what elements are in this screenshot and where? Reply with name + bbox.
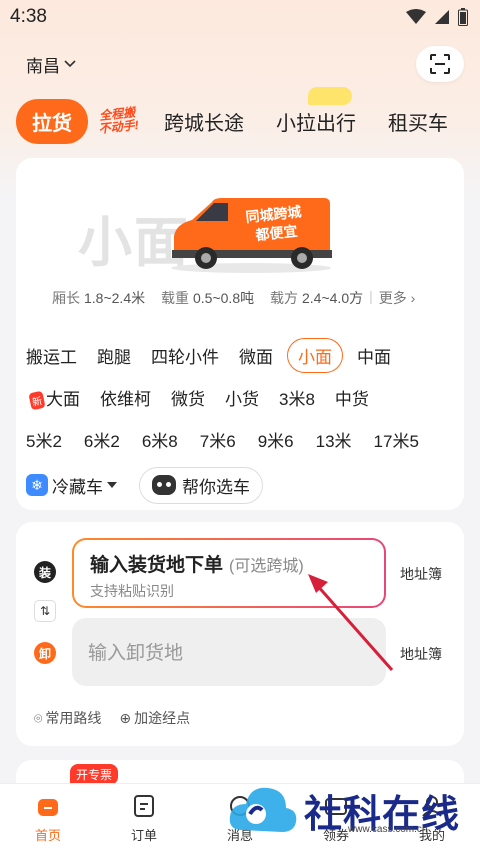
profile-icon [419, 793, 445, 819]
unload-marker: 卸 [34, 642, 56, 664]
spec-volume-label: 载方 [270, 290, 298, 306]
bottom-nav: 首页 订单 消息 领券 我的 [0, 783, 480, 853]
vehicle-type-errand[interactable]: 跑腿 [97, 343, 131, 368]
spec-weight-value: 0.5~0.8吨 [193, 290, 255, 306]
signal-icon [435, 10, 449, 24]
add-stop-label: 加途经点 [134, 710, 191, 726]
vehicle-type-large-van[interactable]: 新大面 [28, 385, 80, 410]
robot-icon [152, 475, 176, 495]
vehicle-type-micro-truck[interactable]: 微货 [171, 385, 205, 410]
promo-tag: 开专票 [70, 764, 119, 785]
help-choose-button[interactable]: 帮你选车 [139, 466, 263, 504]
message-icon [227, 793, 253, 819]
tab-badge: 全程搬 不动手! [97, 105, 140, 137]
home-icon [35, 793, 61, 819]
common-routes-button[interactable]: ⌾ 常用路线 [34, 708, 101, 728]
vehicle-type-porter[interactable]: 搬运工 [26, 343, 77, 368]
vehicle-type-small-parcel[interactable]: 四轮小件 [151, 343, 219, 368]
vehicle-type-grid: 搬运工 跑腿 四轮小件 微面 小面 中面 新大面 依维柯 微货 小货 3米8 中… [26, 334, 466, 508]
vehicle-type-7m6[interactable]: 7米6 [200, 427, 236, 452]
status-icons [406, 8, 468, 26]
vehicle-type-row: 5米2 6米2 6米8 7米6 9米6 13米 17米5 [26, 418, 466, 460]
cold-chain-selector[interactable]: ❄ 冷藏车 [26, 473, 117, 498]
location-pin-icon: ⌾ [34, 710, 43, 726]
address-footer: ⌾ 常用路线 ⊕ 加途经点 [34, 708, 190, 728]
load-address-label: 输入装货地下单 [90, 555, 224, 576]
spec-length-label: 厢长 [52, 290, 80, 306]
tab-ride-label: 小拉出行 [276, 112, 356, 135]
nav-profile[interactable]: 我的 [397, 793, 467, 844]
order-icon [131, 793, 157, 819]
chevron-down-icon [64, 60, 76, 68]
caret-down-icon [107, 482, 117, 488]
city-row: 南昌 [0, 44, 480, 84]
vehicle-type-6m8[interactable]: 6米8 [142, 427, 178, 452]
nav-home-label: 首页 [34, 828, 61, 843]
spec-volume-value: 2.4~4.0方 [302, 290, 364, 306]
plus-circle-icon: ⊕ [119, 710, 132, 726]
spec-divider: | [369, 288, 373, 304]
scan-button[interactable] [416, 46, 464, 82]
status-bar: 4:38 [0, 0, 480, 34]
nav-profile-label: 我的 [418, 828, 445, 843]
vehicle-card: 小面 同城跨城 都便宜 厢长 1.8~2.4米 载重 0.5~0.8吨 载方 2.4~… [16, 158, 464, 510]
load-address-hint: (可选跨城) [229, 558, 304, 575]
tab-badge-line2: 不动手! [98, 117, 140, 137]
service-tabs: 拉货 全程搬 不动手! 跨城长途 小拉出行 租买车 [0, 86, 480, 144]
vehicle-type-3m8[interactable]: 3米8 [279, 385, 315, 410]
city-selector[interactable]: 南昌 [26, 52, 76, 77]
coupon-icon [323, 793, 349, 819]
tab-freight[interactable]: 拉货 [16, 98, 88, 144]
vehicle-specs: 厢长 1.8~2.4米 载重 0.5~0.8吨 载方 2.4~4.0方 | 更多 › [52, 288, 415, 308]
address-book-load-button[interactable]: 地址簿 [400, 564, 442, 584]
vehicle-type-iveco[interactable]: 依维柯 [100, 385, 151, 410]
nav-messages-label: 消息 [226, 828, 253, 843]
vehicle-type-medium-truck[interactable]: 中货 [335, 385, 369, 410]
vehicle-type-5m2[interactable]: 5米2 [26, 427, 62, 452]
nav-coupons-label: 领券 [322, 828, 349, 843]
cold-chain-label: 冷藏车 [52, 477, 103, 497]
status-time: 4:38 [10, 6, 47, 27]
vehicle-type-6m2[interactable]: 6米2 [84, 427, 120, 452]
nav-orders[interactable]: 订单 [109, 793, 179, 844]
load-marker: 装 [34, 561, 56, 583]
vehicle-type-small-truck[interactable]: 小货 [225, 385, 259, 410]
vehicle-type-large-van-label: 大面 [46, 389, 80, 409]
battery-icon [458, 8, 468, 26]
snowflake-icon: ❄ [26, 474, 48, 496]
vehicle-type-micro-van[interactable]: 微面 [239, 343, 273, 368]
vehicle-type-row: 新大面 依维柯 微货 小货 3米8 中货 [26, 376, 466, 418]
new-tag: 新 [28, 390, 46, 410]
tab-ride[interactable]: 小拉出行 [276, 86, 356, 136]
city-name: 南昌 [26, 56, 60, 76]
nav-coupons[interactable]: 领券 [301, 793, 371, 844]
scan-icon [430, 54, 450, 74]
common-routes-label: 常用路线 [45, 710, 102, 726]
nav-orders-label: 订单 [130, 828, 157, 843]
van-illustration: 同城跨城 都便宜 [171, 198, 332, 273]
nav-messages[interactable]: 消息 [205, 793, 275, 844]
vehicle-type-9m6[interactable]: 9米6 [258, 427, 294, 452]
vehicle-type-medium-van[interactable]: 中面 [357, 343, 391, 368]
wifi-icon [406, 9, 426, 24]
vehicle-extra-row: ❄ 冷藏车 帮你选车 [26, 462, 466, 508]
vehicle-type-13m[interactable]: 13米 [316, 427, 352, 452]
address-book-unload-button[interactable]: 地址簿 [400, 644, 442, 664]
spec-length-value: 1.8~2.4米 [84, 290, 146, 306]
vehicle-type-small-van[interactable]: 小面 [287, 337, 343, 373]
nav-home[interactable]: 首页 [13, 793, 83, 844]
spec-weight-label: 载重 [161, 290, 189, 306]
vehicle-type-17m5[interactable]: 17米5 [374, 427, 419, 452]
add-stop-button[interactable]: ⊕ 加途经点 [119, 708, 190, 728]
vehicle-type-row: 搬运工 跑腿 四轮小件 微面 小面 中面 [26, 334, 466, 376]
tab-rent-buy[interactable]: 租买车 [388, 107, 448, 136]
tab-intercity[interactable]: 跨城长途 [164, 107, 244, 136]
swap-address-button[interactable]: ⇅ [34, 600, 56, 622]
tab-tag [308, 86, 352, 105]
spec-more-label: 更多 [378, 290, 407, 306]
help-choose-label: 帮你选车 [182, 477, 250, 497]
spec-more-link[interactable]: 更多 › [379, 288, 416, 308]
annotation-arrow [308, 574, 394, 671]
